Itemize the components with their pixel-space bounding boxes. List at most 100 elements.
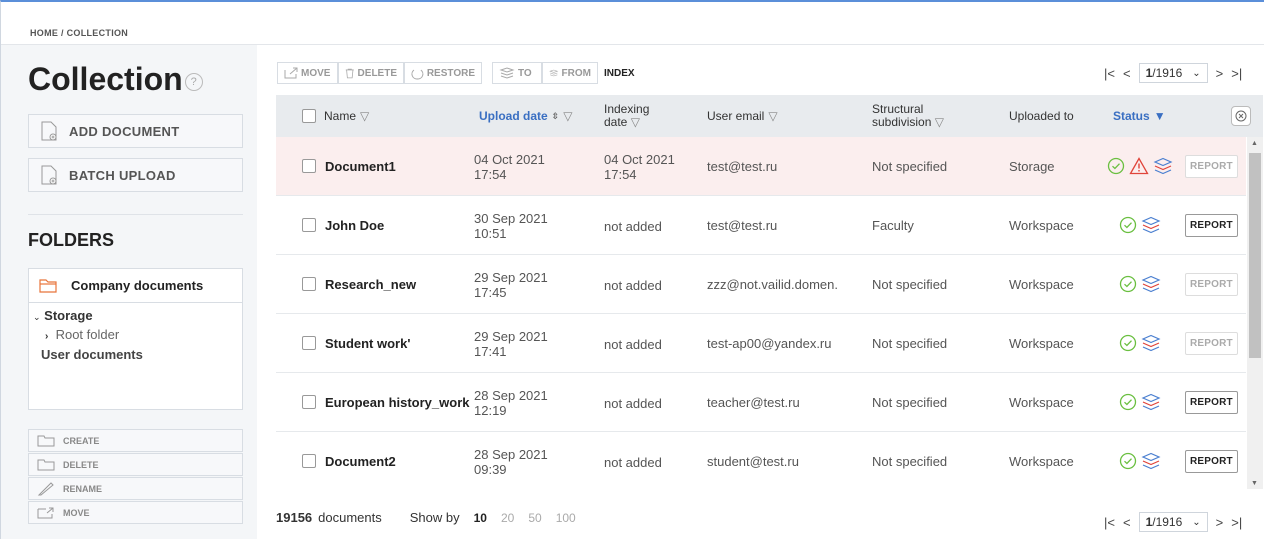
table-row[interactable]: John Doe 30 Sep 2021 10:51 not added test@te… bbox=[276, 196, 1246, 255]
page-size-50[interactable]: 50 bbox=[528, 511, 541, 525]
document-name[interactable]: Document2 bbox=[325, 432, 396, 489]
document-name[interactable]: European history_work bbox=[325, 373, 469, 431]
column-user-email[interactable]: User email ▽ bbox=[707, 95, 778, 137]
filter-icon[interactable]: ▽ bbox=[935, 115, 944, 129]
document-count: 19156 bbox=[276, 510, 313, 525]
filter-icon[interactable]: ▽ bbox=[631, 115, 640, 129]
column-indexing-date[interactable]: Indexing date ▽ bbox=[604, 95, 649, 137]
user-email: zzz@not.vailid.domen. bbox=[707, 276, 838, 292]
row-checkbox[interactable] bbox=[302, 395, 316, 409]
scrollbar-thumb[interactable] bbox=[1249, 153, 1261, 358]
report-button[interactable]: REPORT bbox=[1185, 449, 1238, 473]
row-checkbox[interactable] bbox=[302, 336, 316, 350]
chevron-down-icon: ⌄ bbox=[1192, 516, 1201, 528]
document-name[interactable]: John Doe bbox=[325, 196, 384, 254]
help-icon[interactable]: ? bbox=[184, 72, 203, 91]
row-checkbox[interactable] bbox=[302, 277, 316, 291]
table-row[interactable]: Document1 04 Oct 2021 17:54 04 Oct 2021 17:5… bbox=[276, 137, 1246, 196]
user-email: test-ap00@yandex.ru bbox=[707, 335, 832, 351]
folder-rename-button[interactable]: RENAME bbox=[28, 477, 243, 500]
tree-item-storage[interactable]: ⌄ Storage bbox=[33, 307, 242, 326]
page-size-10[interactable]: 10 bbox=[474, 511, 487, 525]
last-page-icon[interactable]: >| bbox=[1231, 515, 1242, 530]
filter-active-icon[interactable]: ▼ bbox=[1154, 109, 1166, 123]
row-checkbox[interactable] bbox=[302, 159, 316, 173]
column-uploaded-to[interactable]: Uploaded to bbox=[1009, 95, 1074, 137]
close-columns-icon[interactable] bbox=[1231, 106, 1251, 126]
delete-button[interactable]: DELETE bbox=[338, 62, 404, 84]
indexing-date: not added bbox=[604, 454, 662, 470]
uploaded-to: Workspace bbox=[1009, 335, 1074, 351]
add-document-button[interactable]: ADD DOCUMENT bbox=[28, 114, 243, 148]
page-size-20[interactable]: 20 bbox=[501, 511, 514, 525]
column-subdivision[interactable]: Structural subdivision ▽ bbox=[872, 95, 944, 137]
trash-icon bbox=[345, 68, 354, 78]
index-from-button[interactable]: FROM bbox=[542, 62, 598, 84]
column-name[interactable]: Name ▽ bbox=[324, 95, 369, 137]
filter-icon[interactable]: ▽ bbox=[360, 109, 369, 123]
move-button[interactable]: MOVE bbox=[277, 62, 338, 84]
report-button[interactable]: REPORT bbox=[1185, 154, 1238, 178]
table-row[interactable]: European history_work 28 Sep 2021 12:19 not… bbox=[276, 373, 1246, 432]
status-icons bbox=[1119, 196, 1161, 254]
prev-page-icon[interactable]: < bbox=[1123, 66, 1131, 81]
first-page-icon[interactable]: |< bbox=[1104, 66, 1115, 81]
folder-create-button[interactable]: CREATE bbox=[28, 429, 243, 452]
tree-item-user-documents[interactable]: User documents bbox=[33, 346, 242, 364]
column-status[interactable]: Status ▼ bbox=[1113, 95, 1166, 137]
folder-delete-button[interactable]: DELETE bbox=[28, 453, 243, 476]
move-icon bbox=[284, 67, 298, 79]
batch-upload-label: BATCH UPLOAD bbox=[69, 167, 176, 183]
folder-delete-label: DELETE bbox=[63, 459, 99, 470]
page-select[interactable]: 1/1916 ⌄ bbox=[1138, 63, 1208, 83]
show-by-label: Show by bbox=[409, 510, 460, 525]
row-checkbox[interactable] bbox=[302, 218, 316, 232]
table-header: Name ▽ Upload date ⇳ ▽ Indexing date ▽ User … bbox=[276, 95, 1263, 137]
check-circle-icon bbox=[1107, 157, 1125, 175]
first-page-icon[interactable]: |< bbox=[1104, 515, 1115, 530]
document-name[interactable]: Student work' bbox=[325, 314, 410, 372]
restore-label: RESTORE bbox=[426, 67, 475, 79]
document-name[interactable]: Research_new bbox=[325, 255, 416, 313]
folder-move-button[interactable]: MOVE bbox=[28, 501, 243, 524]
upload-date: 28 Sep 2021 09:39 bbox=[474, 447, 548, 477]
scroll-down-icon[interactable]: ▼ bbox=[1251, 480, 1258, 487]
column-upload-date[interactable]: Upload date ⇳ ▽ bbox=[479, 95, 572, 137]
row-checkbox[interactable] bbox=[302, 454, 316, 468]
folder-icon bbox=[39, 278, 57, 293]
report-button[interactable]: REPORT bbox=[1185, 390, 1238, 414]
status-icons bbox=[1119, 255, 1161, 313]
index-to-button[interactable]: TO bbox=[492, 62, 542, 84]
batch-upload-button[interactable]: BATCH UPLOAD bbox=[28, 158, 243, 192]
page-size-100[interactable]: 100 bbox=[556, 511, 576, 525]
folder-create-label: CREATE bbox=[63, 435, 100, 446]
check-circle-icon bbox=[1119, 334, 1137, 352]
table-row[interactable]: Student work' 29 Sep 2021 17:41 not added te… bbox=[276, 314, 1246, 373]
status-icons bbox=[1119, 314, 1161, 372]
selected-folder[interactable]: Company documents bbox=[29, 269, 242, 303]
next-page-icon[interactable]: > bbox=[1216, 515, 1224, 530]
prev-page-icon[interactable]: < bbox=[1123, 515, 1131, 530]
document-name[interactable]: Document1 bbox=[325, 137, 396, 195]
index-to-label: TO bbox=[518, 67, 532, 79]
report-button[interactable]: REPORT bbox=[1185, 331, 1238, 355]
last-page-icon[interactable]: >| bbox=[1231, 66, 1242, 81]
scroll-up-icon[interactable]: ▲ bbox=[1251, 140, 1258, 147]
subdivision: Faculty bbox=[872, 217, 914, 233]
table-row[interactable]: Document2 28 Sep 2021 09:39 not added studen… bbox=[276, 432, 1246, 489]
header-select-all[interactable] bbox=[302, 95, 316, 137]
filter-icon[interactable]: ▽ bbox=[563, 109, 572, 123]
indexing-date: not added bbox=[604, 336, 662, 352]
sort-icon[interactable]: ⇳ bbox=[552, 111, 560, 122]
restore-button[interactable]: RESTORE bbox=[404, 62, 482, 84]
filter-icon[interactable]: ▽ bbox=[768, 109, 777, 123]
table-row[interactable]: Research_new 29 Sep 2021 17:45 not added zzz… bbox=[276, 255, 1246, 314]
vertical-scrollbar[interactable]: ▲ ▼ bbox=[1247, 137, 1263, 489]
next-page-icon[interactable]: > bbox=[1216, 66, 1224, 81]
warning-icon bbox=[1129, 157, 1149, 175]
page-select[interactable]: 1/1916 ⌄ bbox=[1138, 512, 1208, 532]
tree-item-root-folder[interactable]: › Root folder bbox=[33, 326, 242, 346]
report-button[interactable]: REPORT bbox=[1185, 213, 1238, 237]
select-all-checkbox[interactable] bbox=[302, 109, 316, 123]
report-button[interactable]: REPORT bbox=[1185, 272, 1238, 296]
